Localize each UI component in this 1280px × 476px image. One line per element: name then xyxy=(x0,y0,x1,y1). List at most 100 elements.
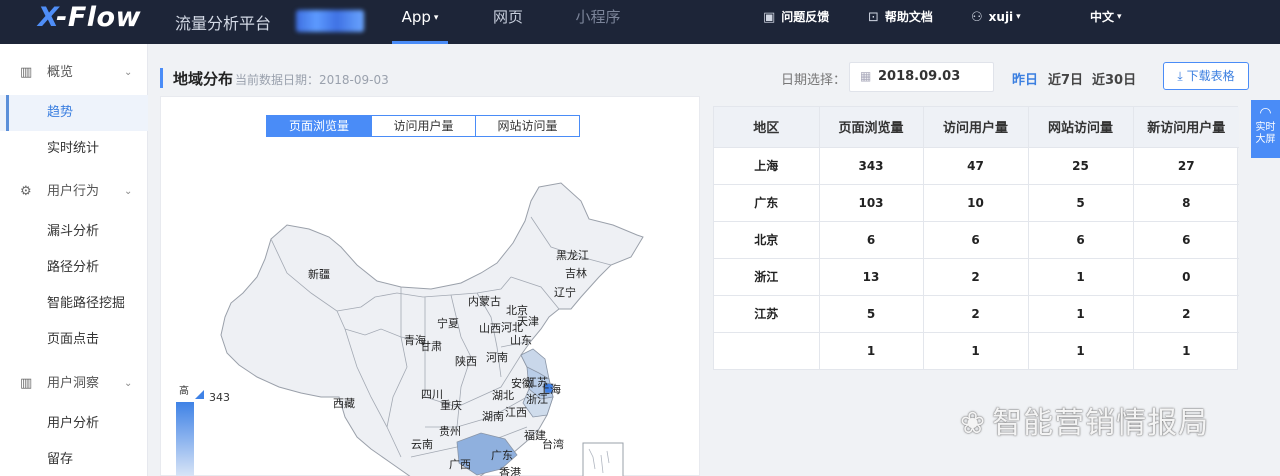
nav-app[interactable]: App ▾ xyxy=(392,0,448,44)
language-menu[interactable]: 中文 ▾ xyxy=(1090,0,1122,34)
help-icon: ⊡ xyxy=(868,10,879,25)
quick-date-7days[interactable]: 近7日 xyxy=(1048,69,1083,88)
table-cell: 10 xyxy=(923,183,1029,221)
chevron-down-icon: ▾ xyxy=(433,13,439,23)
table-row: 上海 343 47 25 27 xyxy=(714,146,1239,184)
province-label: 广西 xyxy=(449,458,471,471)
sidebar-item-realtime[interactable]: 实时统计 xyxy=(0,131,148,167)
province-label: 广东 xyxy=(491,449,513,462)
table-cell xyxy=(714,331,820,369)
table-cell: 103 xyxy=(819,183,924,221)
table-cell: 6 xyxy=(1028,220,1134,258)
legend-high-label: 高 xyxy=(179,386,189,397)
sidebar-item-funnel[interactable]: 漏斗分析 xyxy=(0,214,148,250)
province-label: 重庆 xyxy=(440,399,462,412)
sidebar-item-smart-path[interactable]: 智能路径挖掘 xyxy=(0,286,148,322)
title-accent xyxy=(160,68,163,88)
sidebar: ▥ 概览 ⌄ 趋势 实时统计 ⚙ 用户行为 ⌄ 漏斗分析 路径分析 智能路径挖掘… xyxy=(0,44,148,476)
column-header[interactable]: 访问用户量 xyxy=(923,107,1029,147)
province-label: 甘肃 xyxy=(420,340,442,353)
wechat-icon: ❀ xyxy=(960,406,987,441)
table-row: 北京 6 6 6 6 xyxy=(714,220,1239,258)
province-label: 香港 xyxy=(499,466,521,476)
column-header[interactable]: 新访问用户量 xyxy=(1133,107,1239,147)
table-cell: 2 xyxy=(923,294,1029,332)
table-row: 1 1 1 1 xyxy=(714,331,1239,369)
page-header: 地域分布 当前数据日期：2018-09-03 日期选择： ▦ 2018.09.0… xyxy=(160,62,1250,92)
quick-date-yesterday[interactable]: 昨日 xyxy=(1012,69,1038,88)
table-row: 广东 103 10 5 8 xyxy=(714,183,1239,221)
table-cell: 8 xyxy=(1133,183,1239,221)
feedback-icon: ▣ xyxy=(763,10,776,25)
sidebar-group-overview[interactable]: ▥ 概览 ⌄ xyxy=(0,55,148,91)
download-table-button[interactable]: ⤓ 下载表格 xyxy=(1163,62,1249,90)
date-picker[interactable]: ▦ 2018.09.03 xyxy=(849,62,994,92)
table-cell: 2 xyxy=(1133,294,1239,332)
sidebar-item-path[interactable]: 路径分析 xyxy=(0,250,148,286)
column-header[interactable]: 页面浏览量 xyxy=(819,107,924,147)
table-cell: 广东 xyxy=(714,183,820,221)
sidebar-item-retention[interactable]: 留存 xyxy=(0,442,148,476)
page-title: 地域分布 xyxy=(173,70,234,88)
user-menu[interactable]: ⚇ xuji ▾ xyxy=(971,0,1021,34)
table-cell: 13 xyxy=(819,257,924,295)
watermark: ❀ 智能营销情报局 xyxy=(960,406,1210,441)
chart-icon: ▥ xyxy=(20,376,33,391)
help-docs-link[interactable]: ⊡ 帮助文档 xyxy=(868,0,933,34)
table-header-row: 地区 页面浏览量 访问用户量 网站访问量 新访问用户量 xyxy=(714,107,1239,147)
province-label: 江西 xyxy=(505,406,527,419)
table-cell: 1 xyxy=(1133,331,1239,369)
download-icon: ⤓ xyxy=(1177,69,1183,83)
sidebar-group-insight[interactable]: ▥ 用户洞察 ⌄ xyxy=(0,366,148,402)
table-cell: 1 xyxy=(1028,331,1134,369)
chevron-down-icon: ⌄ xyxy=(124,378,133,389)
column-header[interactable]: 地区 xyxy=(714,107,820,147)
map-panel: 页面浏览量 访问用户量 网站访问量 黑龙江 吉林 辽宁 新疆 内蒙古 北京 天津… xyxy=(160,96,700,476)
chevron-down-icon: ▾ xyxy=(1117,12,1122,22)
chevron-down-icon: ▾ xyxy=(1016,12,1021,22)
blurred-app-name[interactable] xyxy=(296,10,364,32)
province-label: 新疆 xyxy=(308,268,330,281)
table-row: 江苏 5 2 1 2 xyxy=(714,294,1239,332)
legend-gradient[interactable] xyxy=(176,402,194,476)
province-label: 云南 xyxy=(411,438,433,451)
date-label: 日期选择： xyxy=(781,73,847,88)
sidebar-item-user-analysis[interactable]: 用户分析 xyxy=(0,406,148,442)
province-label: 山东 xyxy=(510,334,532,347)
top-bar: X-Flow 流量分析平台 App ▾ 网页 小程序 ▣ 问题反馈 ⊡ 帮助文档 ⚇ x… xyxy=(0,0,1280,44)
table-cell: 6 xyxy=(923,220,1029,258)
table-cell: 25 xyxy=(1028,146,1134,184)
realtime-bigscreen-button[interactable]: ◠ 实时 大屏 xyxy=(1251,100,1280,158)
table-cell: 6 xyxy=(1133,220,1239,258)
table-cell: 5 xyxy=(819,294,924,332)
chart-icon: ▥ xyxy=(20,65,33,80)
province-label: 山西 xyxy=(479,322,501,335)
calendar-icon: ▦ xyxy=(860,69,872,83)
province-label: 内蒙古 xyxy=(468,295,501,308)
sidebar-item-page-click[interactable]: 页面点击 xyxy=(0,322,148,358)
sidebar-item-trend[interactable]: 趋势 xyxy=(0,95,148,131)
region-table: 地区 页面浏览量 访问用户量 网站访问量 新访问用户量 上海 343 47 25… xyxy=(713,106,1239,370)
column-header[interactable]: 网站访问量 xyxy=(1028,107,1134,147)
nav-miniprogram[interactable]: 小程序 xyxy=(570,0,626,44)
province-label: 西藏 xyxy=(333,397,355,410)
legend-handle-icon[interactable] xyxy=(195,390,204,399)
data-date-note: 当前数据日期：2018-09-03 xyxy=(235,73,389,87)
feedback-link[interactable]: ▣ 问题反馈 xyxy=(763,0,829,34)
province-label: 宁夏 xyxy=(437,317,459,330)
china-map[interactable] xyxy=(161,97,701,476)
gauge-icon: ◠ xyxy=(1259,105,1272,121)
date-value: 2018.09.03 xyxy=(878,69,961,84)
sidebar-group-behavior[interactable]: ⚙ 用户行为 ⌄ xyxy=(0,174,148,210)
table-cell: 0 xyxy=(1133,257,1239,295)
province-label: 陕西 xyxy=(455,355,477,368)
quick-date-30days[interactable]: 近30日 xyxy=(1092,69,1136,88)
logo[interactable]: X-Flow xyxy=(38,2,141,33)
table-cell: 江苏 xyxy=(714,294,820,332)
nav-web[interactable]: 网页 xyxy=(486,0,530,44)
province-label: 台湾 xyxy=(542,438,564,451)
province-label: 辽宁 xyxy=(554,286,576,299)
table-cell: 1 xyxy=(1028,294,1134,332)
province-label: 湖南 xyxy=(482,410,504,423)
province-label: 浙江 xyxy=(526,393,548,406)
